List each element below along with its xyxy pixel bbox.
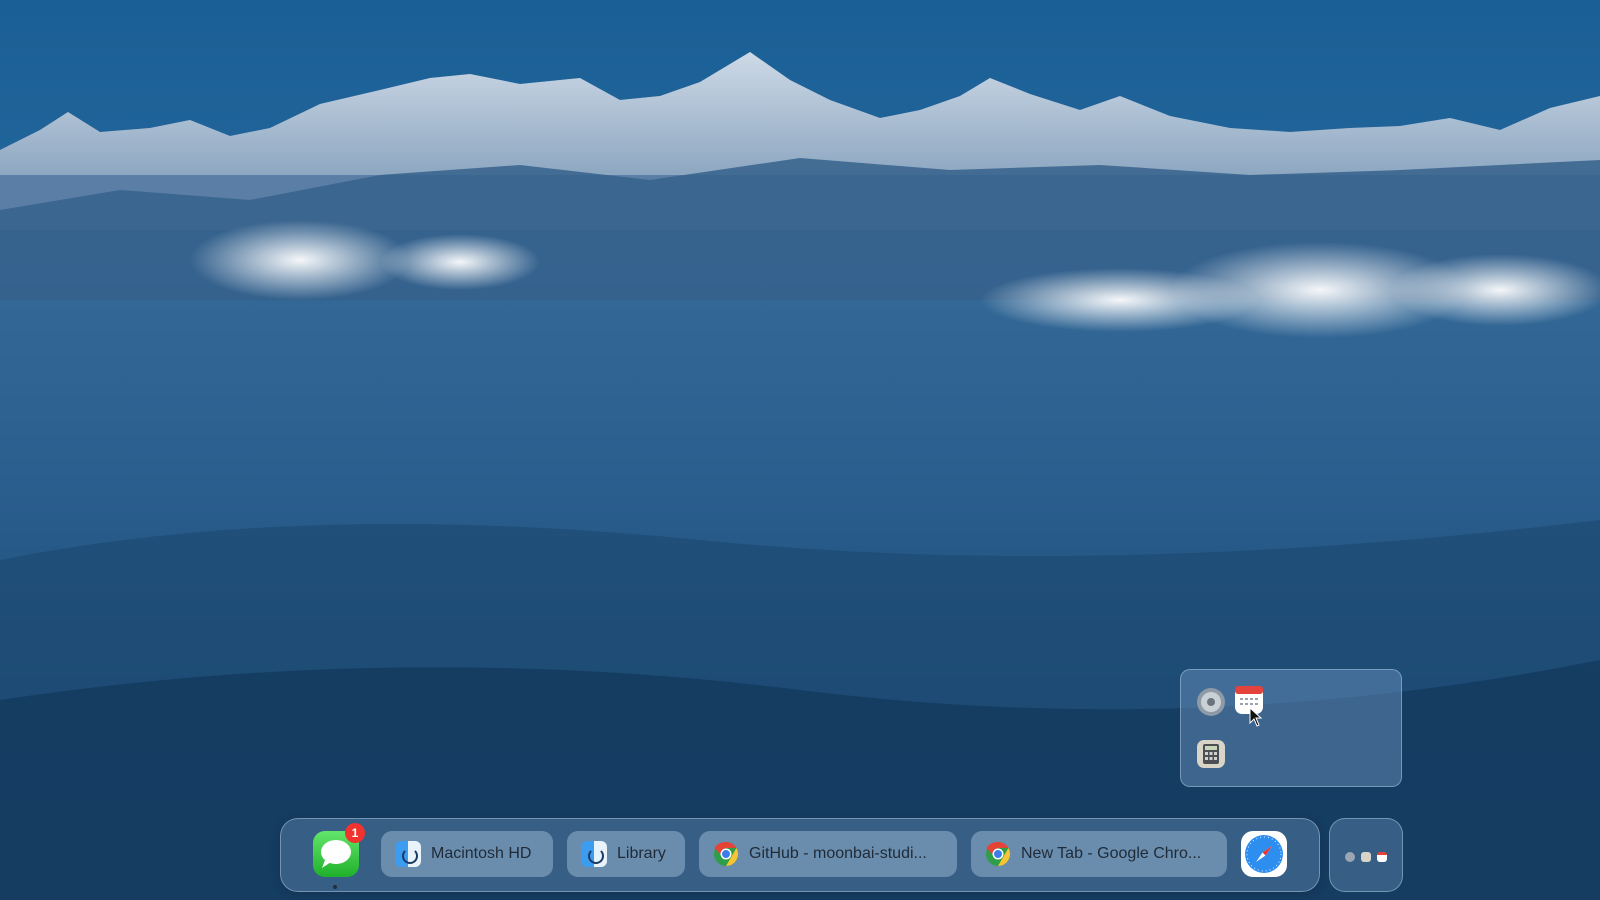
calculator-icon[interactable] xyxy=(1197,740,1225,768)
dock-window-new-tab[interactable]: New Tab - Google Chro... xyxy=(971,831,1227,877)
running-indicator xyxy=(333,885,337,889)
stack-button[interactable] xyxy=(1329,818,1403,892)
window-title: Library xyxy=(617,845,666,862)
finder-icon xyxy=(581,841,607,867)
messages-app[interactable]: 1 xyxy=(313,823,365,877)
finder-icon xyxy=(395,841,421,867)
notification-badge: 1 xyxy=(345,823,365,843)
dock: 1 Macintosh HD Library GitHub - moonbai-… xyxy=(280,818,1320,892)
calculator-icon xyxy=(1361,852,1371,862)
window-title: GitHub - moonbai-studi... xyxy=(749,845,927,862)
dock-window-macintosh-hd[interactable]: Macintosh HD xyxy=(381,831,553,877)
window-title: Macintosh HD xyxy=(431,845,532,862)
mouse-cursor-icon xyxy=(1249,707,1263,727)
safari-app[interactable] xyxy=(1241,831,1287,877)
chrome-icon xyxy=(986,841,1011,866)
chrome-icon xyxy=(714,841,739,866)
dock-window-library[interactable]: Library xyxy=(567,831,685,877)
dock-window-github[interactable]: GitHub - moonbai-studi... xyxy=(699,831,957,877)
window-title: New Tab - Google Chro... xyxy=(1021,845,1202,862)
stack-popover xyxy=(1180,669,1402,787)
system-settings-icon xyxy=(1345,852,1355,862)
system-settings-icon[interactable] xyxy=(1197,688,1225,716)
safari-icon xyxy=(1245,835,1283,873)
calendar-icon xyxy=(1377,852,1387,862)
